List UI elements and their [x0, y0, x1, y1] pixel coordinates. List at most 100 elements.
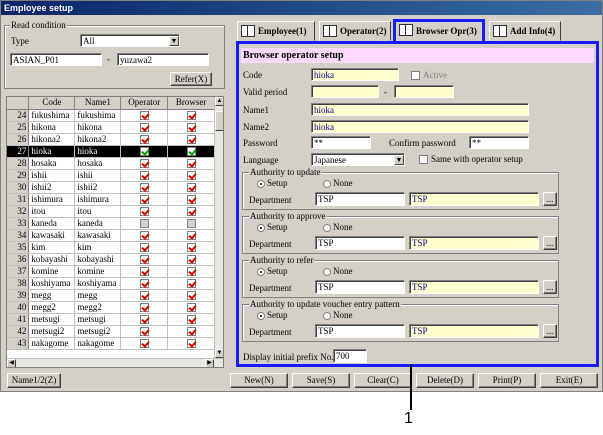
operator-checkbox[interactable] — [139, 194, 149, 204]
browser-checkbox[interactable] — [186, 206, 196, 216]
prefix-field[interactable]: 700 — [333, 349, 367, 363]
operator-checkbox[interactable] — [139, 302, 149, 312]
name2-field[interactable]: hioka — [311, 120, 529, 133]
refer-button[interactable]: Refer(X) — [170, 72, 212, 86]
same-with-operator-checkbox[interactable] — [419, 154, 428, 165]
setup-radio[interactable]: Setup — [257, 266, 288, 277]
name1-field[interactable]: hioka — [311, 103, 529, 116]
table-row[interactable]: 41 metsugi metsugi — [7, 313, 215, 326]
browser-checkbox[interactable] — [186, 278, 196, 288]
browser-checkbox[interactable] — [186, 134, 196, 144]
table-row[interactable]: 25 hikona hikona — [7, 121, 215, 134]
operator-checkbox[interactable] — [139, 218, 149, 228]
table-row[interactable]: 29 ishii ishii — [7, 169, 215, 182]
browser-checkbox[interactable] — [186, 314, 196, 324]
table-row[interactable]: 32 itou itou — [7, 205, 215, 218]
chevron-down-icon[interactable]: ▼ — [169, 36, 179, 46]
exit-button[interactable]: Exit(E) — [540, 373, 598, 388]
operator-checkbox[interactable] — [139, 242, 149, 252]
code-to-input[interactable]: yuzawa2 — [117, 53, 209, 66]
col-header-name1[interactable]: Name1 — [74, 97, 122, 110]
table-row[interactable]: 37 komine komine — [7, 265, 215, 278]
operator-checkbox[interactable] — [139, 158, 149, 168]
code-from-input[interactable]: ASIAN_P01 — [10, 53, 102, 66]
table-row[interactable]: 33 kaneda kaneda — [7, 217, 215, 230]
valid-to-field[interactable] — [394, 85, 454, 98]
browser-checkbox[interactable] — [186, 170, 196, 180]
password-field[interactable]: ** — [311, 136, 371, 149]
language-select[interactable]: Japanese ▼ — [311, 153, 405, 166]
table-row[interactable]: 39 megg megg — [7, 289, 215, 302]
operator-checkbox[interactable] — [139, 338, 149, 348]
department-code-field[interactable]: TSP — [315, 280, 405, 294]
tab-add-info[interactable]: Add Info(4) — [489, 21, 561, 41]
operator-checkbox[interactable] — [139, 134, 149, 144]
lookup-button[interactable]: ... — [543, 192, 557, 206]
lookup-button[interactable]: ... — [543, 324, 557, 338]
table-row[interactable]: 38 koshiyama koshiyama — [7, 277, 215, 290]
browser-checkbox[interactable] — [186, 326, 196, 336]
department-code-field[interactable]: TSP — [315, 192, 405, 206]
department-code-field[interactable]: TSP — [315, 324, 405, 338]
none-radio[interactable]: None — [323, 266, 353, 277]
lookup-button[interactable]: ... — [543, 236, 557, 250]
horizontal-scrollbar[interactable]: ◀ ▶ — [7, 358, 223, 367]
table-row[interactable]: 35 kim kim — [7, 241, 215, 254]
table-row[interactable]: 31 ishimura ishimura — [7, 193, 215, 206]
browser-checkbox[interactable] — [186, 338, 196, 348]
tab-operator[interactable]: Operator(2) — [319, 21, 391, 41]
confirm-password-field[interactable]: ** — [469, 136, 529, 149]
active-checkbox[interactable] — [411, 70, 420, 81]
operator-checkbox[interactable] — [139, 206, 149, 216]
col-header-code[interactable]: Code — [28, 97, 76, 110]
col-header-operator[interactable]: Operator — [120, 97, 169, 110]
save-button[interactable]: Save(S) — [292, 373, 350, 388]
browser-checkbox[interactable] — [186, 194, 196, 204]
lookup-button[interactable]: ... — [543, 280, 557, 294]
delete-button[interactable]: Delete(D) — [416, 373, 474, 388]
table-row[interactable]: 43 nakagome nakagome — [7, 337, 215, 350]
table-row[interactable]: 26 hikona2 hikona2 — [7, 133, 215, 146]
browser-checkbox[interactable] — [186, 182, 196, 192]
setup-radio[interactable]: Setup — [257, 222, 288, 233]
operator-checkbox[interactable] — [139, 266, 149, 276]
browser-checkbox[interactable] — [186, 302, 196, 312]
browser-checkbox[interactable] — [186, 218, 196, 228]
operator-checkbox[interactable] — [139, 182, 149, 192]
browser-checkbox[interactable] — [186, 266, 196, 276]
table-row[interactable]: 30 ishii2 ishii2 — [7, 181, 215, 194]
type-select[interactable]: All ▼ — [80, 34, 180, 47]
operator-checkbox[interactable] — [139, 326, 149, 336]
browser-checkbox[interactable] — [186, 290, 196, 300]
none-radio[interactable]: None — [323, 310, 353, 321]
browser-checkbox[interactable] — [186, 146, 196, 156]
tab-browser-opr[interactable]: Browser Opr(3) — [393, 19, 485, 41]
operator-checkbox[interactable] — [139, 146, 149, 156]
operator-checkbox[interactable] — [139, 290, 149, 300]
code-field[interactable]: hioka — [311, 68, 399, 81]
operator-checkbox[interactable] — [139, 170, 149, 180]
browser-checkbox[interactable] — [186, 230, 196, 240]
operator-checkbox[interactable] — [139, 110, 149, 120]
setup-radio[interactable]: Setup — [257, 178, 288, 189]
browser-checkbox[interactable] — [186, 158, 196, 168]
table-row[interactable]: 34 kawasaki kawasaki — [7, 229, 215, 242]
scroll-thumb[interactable] — [215, 111, 223, 131]
department-code-field[interactable]: TSP — [315, 236, 405, 250]
browser-checkbox[interactable] — [186, 254, 196, 264]
col-header-browser[interactable]: Browser — [167, 97, 215, 110]
browser-checkbox[interactable] — [186, 110, 196, 120]
none-radio[interactable]: None — [323, 178, 353, 189]
print-button[interactable]: Print(P) — [478, 373, 536, 388]
browser-checkbox[interactable] — [186, 122, 196, 132]
name-toggle-button[interactable]: Name1/2(Z) — [7, 373, 61, 388]
table-row[interactable]: 24 fukushima fukushima — [7, 109, 215, 122]
none-radio[interactable]: None — [323, 222, 353, 233]
table-row[interactable]: 40 megg2 megg2 — [7, 301, 215, 314]
operator-checkbox[interactable] — [139, 314, 149, 324]
scroll-down-icon[interactable]: ▼ — [215, 349, 223, 358]
scroll-left-icon[interactable]: ◀ — [7, 359, 16, 367]
operator-checkbox[interactable] — [139, 230, 149, 240]
table-row[interactable]: 42 metsugi2 metsugi2 — [7, 325, 215, 338]
operator-checkbox[interactable] — [139, 254, 149, 264]
